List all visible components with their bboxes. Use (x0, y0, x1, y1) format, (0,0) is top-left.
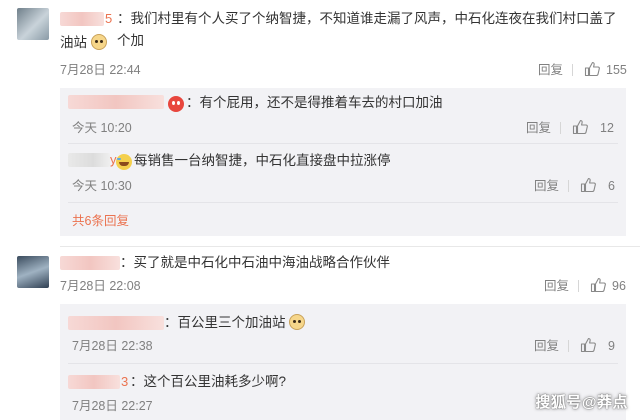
comment-text: ：我们村里有个人买了个纳智捷，不知道谁走漏了风声，中石化连夜在我们村口盖了个加 (117, 11, 617, 48)
reply-text: ：这个百公里油耗多少啊? (130, 374, 287, 389)
divider (568, 340, 569, 352)
username-tail[interactable]: 3 (121, 374, 128, 390)
like-count: 6 (608, 179, 615, 193)
username[interactable] (60, 256, 120, 270)
comment-text-line2: 油站 (60, 32, 107, 54)
reply-text: ：有个屁用，还不是得推着车去的村口加油 (186, 95, 443, 110)
reply-username[interactable] (68, 316, 164, 330)
laugh-cry-emoji-icon (116, 154, 132, 170)
more-replies-link[interactable]: 共6条回复 (72, 213, 129, 229)
like-count: 9 (608, 339, 615, 353)
divider (572, 64, 573, 76)
comment-time: 7月28日 22:44 (60, 63, 141, 77)
username[interactable] (60, 12, 104, 26)
reply-button[interactable]: 回复 (538, 62, 563, 78)
like-icon[interactable] (584, 61, 600, 77)
like-icon[interactable] (572, 119, 588, 135)
reply-button[interactable]: 回复 (544, 278, 569, 294)
comment-text: ：买了就是中石化中石油中海油战略合作伙伴 (120, 255, 390, 270)
reply-time: 今天 10:20 (72, 121, 132, 135)
divider (60, 246, 640, 247)
username-tail[interactable]: 5 (105, 11, 112, 27)
reply-username[interactable] (68, 153, 110, 167)
like-icon[interactable] (580, 177, 596, 193)
comment-time: 7月28日 22:08 (60, 279, 141, 293)
like-count: 155 (606, 63, 627, 77)
like-count: 96 (612, 279, 626, 293)
reply-list: ：有个屁用，还不是得推着车去的村口加油 今天 10:20 回复 12 y ： 每… (60, 88, 626, 236)
divider (68, 363, 618, 364)
divider (568, 180, 569, 192)
reply-text: 每销售一台纳智捷，中石化直接盘中拉涨停 (134, 153, 391, 168)
red-face-emoji-icon (168, 96, 184, 112)
reply-text: ：百公里三个加油站 (164, 312, 306, 334)
dog-emoji-icon (90, 34, 107, 50)
reply-button[interactable]: 回复 (526, 120, 551, 136)
reply-button[interactable]: 回复 (534, 178, 559, 194)
reply-time: 今天 10:30 (72, 179, 132, 193)
reply-button[interactable]: 回复 (534, 338, 559, 354)
reply-time: 7月28日 22:38 (72, 339, 153, 353)
reply-time: 7月28日 22:27 (72, 399, 153, 413)
divider (578, 280, 579, 292)
reply-username[interactable] (68, 375, 120, 389)
like-icon[interactable] (590, 277, 606, 293)
divider (68, 143, 618, 144)
like-count: 12 (600, 121, 614, 135)
divider (68, 202, 618, 203)
watermark: 搜狐号@莽点 (535, 394, 628, 411)
divider (560, 122, 561, 134)
like-icon[interactable] (580, 337, 596, 353)
avatar[interactable] (17, 256, 49, 288)
dog-emoji-icon (289, 314, 306, 330)
reply-username[interactable] (68, 95, 164, 109)
avatar[interactable] (17, 8, 49, 40)
